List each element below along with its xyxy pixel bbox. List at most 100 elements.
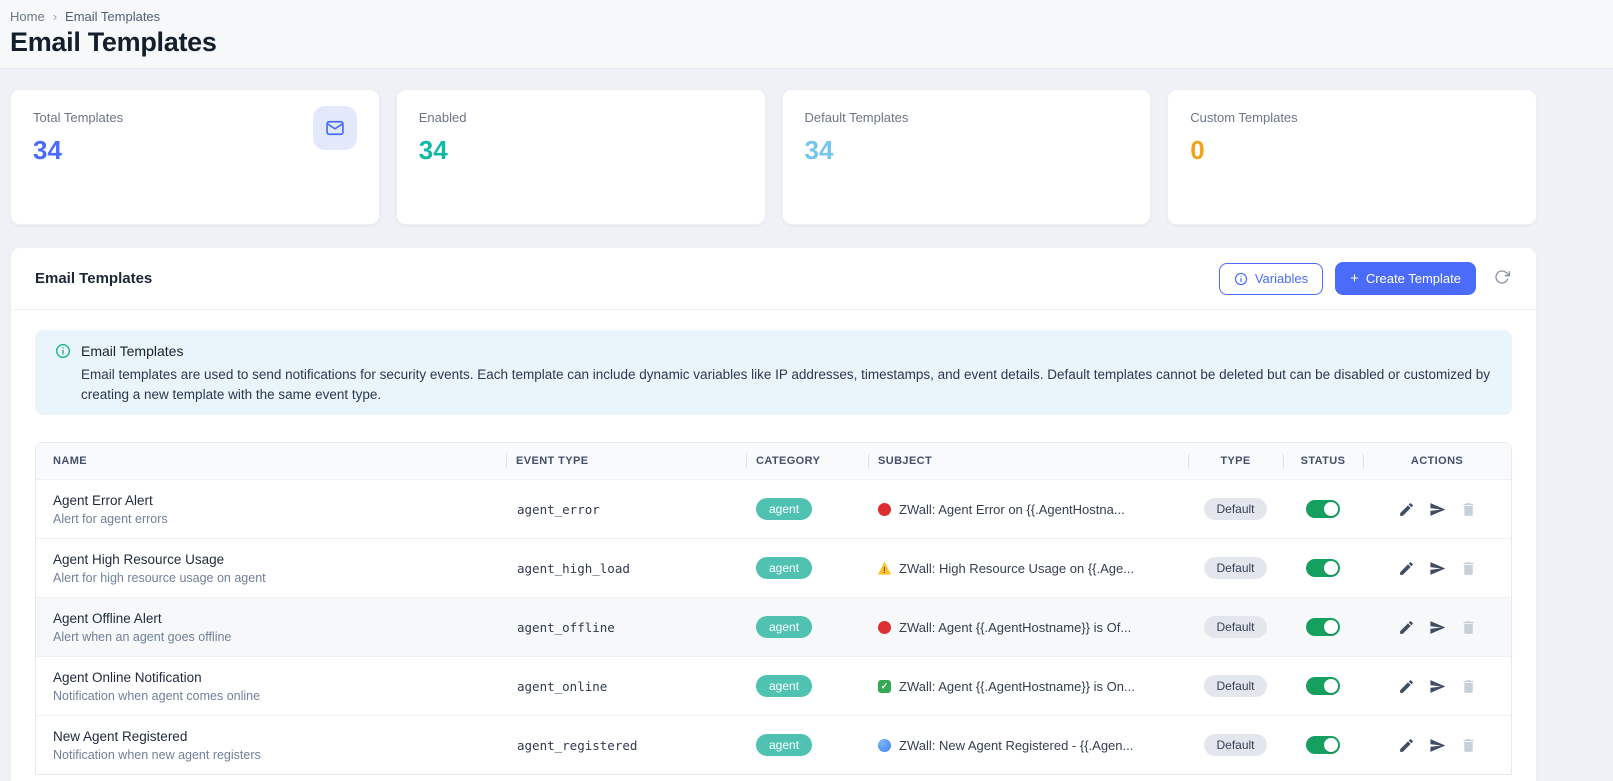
template-description: Notification when new agent registers xyxy=(53,747,261,762)
type-badge: Default xyxy=(1204,498,1267,521)
info-banner-header: Email Templates xyxy=(55,343,1492,359)
template-name: Agent Online Notification xyxy=(53,669,202,685)
templates-table: NAME EVENT TYPE CATEGORY SUBJECT TYPE ST… xyxy=(35,442,1512,776)
actions-cell xyxy=(1363,737,1511,754)
status-toggle[interactable] xyxy=(1306,500,1340,519)
status-cell xyxy=(1283,500,1363,519)
category-cell: agent xyxy=(746,557,868,580)
template-name-cell: Agent Offline Alert Alert when an agent g… xyxy=(36,611,506,644)
edit-button[interactable] xyxy=(1398,619,1415,636)
stat-label: Custom Templates xyxy=(1190,110,1298,125)
category-cell: agent xyxy=(746,734,868,757)
breadcrumb: Home › Email Templates xyxy=(10,9,1613,24)
toggle-knob xyxy=(1324,502,1338,517)
template-name-cell: New Agent Registered Notification when ne… xyxy=(36,729,506,762)
table-header: NAME EVENT TYPE CATEGORY SUBJECT TYPE ST… xyxy=(36,443,1511,480)
toggle-knob xyxy=(1324,738,1338,753)
red-circle-icon xyxy=(878,620,891,634)
info-banner-description: Email templates are used to send notific… xyxy=(81,367,1491,402)
template-description: Alert for high resource usage on agent xyxy=(53,570,266,585)
actions-cell xyxy=(1363,678,1511,695)
stat-label: Enabled xyxy=(418,110,467,125)
category-cell: agent xyxy=(746,498,868,521)
subject-text: ZWall: New Agent Registered - {{.Agen... xyxy=(899,737,1134,753)
type-badge: Default xyxy=(1204,616,1267,639)
stat-card-default-templates: Default Templates 34 xyxy=(781,89,1152,225)
delete-button[interactable] xyxy=(1460,560,1477,577)
panel-header: Email Templates Variables + Create Templ… xyxy=(11,248,1536,310)
actions-cell xyxy=(1363,501,1511,518)
subject-cell: ! ZWall: High Resource Usage on {{.Age... xyxy=(868,561,1188,576)
type-cell: Default xyxy=(1188,498,1283,521)
table-row: Agent Offline Alert Alert when an agent g… xyxy=(36,597,1511,657)
info-icon xyxy=(1234,272,1248,286)
column-header-category: CATEGORY xyxy=(746,443,868,479)
template-name: Agent High Resource Usage xyxy=(53,551,225,567)
subject-text: ZWall: Agent {{.AgentHostname}} is On... xyxy=(899,678,1135,694)
send-test-button[interactable] xyxy=(1429,619,1446,636)
stat-value: 0 xyxy=(1190,135,1205,165)
type-cell: Default xyxy=(1188,557,1283,580)
event-type: agent_online xyxy=(517,678,608,694)
breadcrumb-home-link[interactable]: Home xyxy=(10,9,45,24)
column-header-name: NAME xyxy=(53,455,87,468)
template-description: Alert when an agent goes offline xyxy=(53,629,232,644)
send-test-button[interactable] xyxy=(1429,501,1446,518)
type-badge: Default xyxy=(1204,675,1267,698)
column-header-type: TYPE xyxy=(1188,443,1283,479)
type-badge: Default xyxy=(1204,557,1267,580)
panel-body: Email Templates Email templates are used… xyxy=(11,310,1536,781)
stat-cards: Total Templates 34 Enabled 34 Default Te… xyxy=(10,89,1537,225)
edit-button[interactable] xyxy=(1398,560,1415,577)
variables-button[interactable]: Variables xyxy=(1218,262,1324,295)
edit-button[interactable] xyxy=(1398,678,1415,695)
edit-button[interactable] xyxy=(1398,737,1415,754)
subject-cell: ZWall: Agent {{.AgentHostname}} is Of... xyxy=(868,620,1188,635)
page-title: Email Templates xyxy=(10,27,217,57)
info-banner-title: Email Templates xyxy=(81,343,184,359)
info-banner: Email Templates Email templates are used… xyxy=(35,330,1512,416)
category-badge: agent xyxy=(756,616,813,639)
subject-text: ZWall: Agent Error on {{.AgentHostna... xyxy=(899,501,1125,517)
stat-value: 34 xyxy=(418,135,448,165)
panel-header-actions: Variables + Create Template xyxy=(1218,262,1512,295)
status-cell xyxy=(1283,677,1363,696)
type-cell: Default xyxy=(1188,734,1283,757)
status-toggle[interactable] xyxy=(1306,736,1340,755)
template-description: Alert for agent errors xyxy=(53,511,168,526)
template-name-cell: Agent Online Notification Notification wh… xyxy=(36,670,506,703)
delete-button[interactable] xyxy=(1460,501,1477,518)
table-row: Agent Online Notification Notification wh… xyxy=(36,656,1511,716)
stat-card-total-templates: Total Templates 34 xyxy=(10,89,380,225)
actions-cell xyxy=(1363,619,1511,636)
type-cell: Default xyxy=(1188,675,1283,698)
table-row: Agent High Resource Usage Alert for high … xyxy=(36,538,1511,598)
status-cell xyxy=(1283,618,1363,637)
status-toggle[interactable] xyxy=(1306,677,1340,696)
create-template-button[interactable]: + Create Template xyxy=(1335,262,1476,295)
send-test-button[interactable] xyxy=(1429,560,1446,577)
red-circle-icon xyxy=(878,502,891,516)
status-cell xyxy=(1283,559,1363,578)
stat-label: Default Templates xyxy=(804,110,909,125)
delete-button[interactable] xyxy=(1460,678,1477,695)
subject-cell: ZWall: Agent Error on {{.AgentHostna... xyxy=(868,502,1188,517)
refresh-button[interactable] xyxy=(1492,269,1512,289)
column-header-actions: ACTIONS xyxy=(1363,443,1511,479)
delete-button[interactable] xyxy=(1460,619,1477,636)
template-name: New Agent Registered xyxy=(53,728,188,744)
edit-button[interactable] xyxy=(1398,501,1415,518)
table-body: Agent Error Alert Alert for agent errors a… xyxy=(36,479,1511,775)
template-name-cell: Agent Error Alert Alert for agent errors xyxy=(36,493,506,526)
subject-cell: ZWall: New Agent Registered - {{.Agen... xyxy=(868,738,1188,753)
send-test-button[interactable] xyxy=(1429,678,1446,695)
column-header-subject: SUBJECT xyxy=(868,443,1188,479)
breadcrumb-current: Email Templates xyxy=(65,9,161,24)
delete-button[interactable] xyxy=(1460,737,1477,754)
new-agent-icon xyxy=(878,738,891,752)
status-toggle[interactable] xyxy=(1306,559,1340,578)
toggle-knob xyxy=(1324,561,1338,576)
status-toggle[interactable] xyxy=(1306,618,1340,637)
send-test-button[interactable] xyxy=(1429,737,1446,754)
category-cell: agent xyxy=(746,675,868,698)
